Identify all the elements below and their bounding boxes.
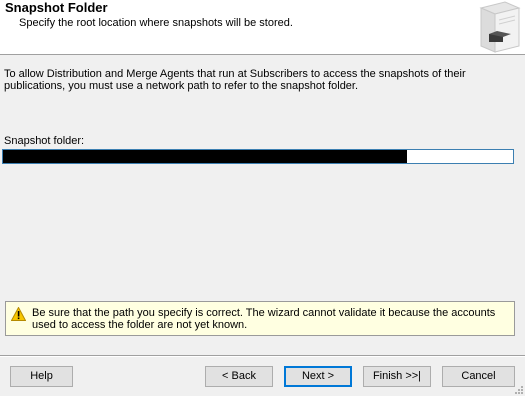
server-icon	[479, 1, 521, 53]
warning-icon	[11, 307, 26, 321]
warning-text: Be sure that the path you specify is cor…	[32, 307, 496, 331]
page-subtitle: Specify the root location where snapshot…	[19, 17, 293, 29]
finish-button[interactable]: Finish >>|	[363, 366, 431, 387]
warning-box: Be sure that the path you specify is cor…	[5, 301, 515, 336]
intro-text: To allow Distribution and Merge Agents t…	[4, 68, 466, 92]
redacted-path	[3, 150, 407, 163]
wizard-header: Snapshot Folder Specify the root locatio…	[0, 0, 525, 55]
snapshot-folder-label: Snapshot folder:	[4, 135, 85, 147]
button-bar-divider	[0, 355, 525, 357]
next-button[interactable]: Next >	[284, 366, 352, 387]
back-button[interactable]: < Back	[205, 366, 273, 387]
page-title: Snapshot Folder	[5, 0, 108, 15]
resize-grip-icon[interactable]	[514, 385, 524, 395]
cancel-button[interactable]: Cancel	[442, 366, 515, 387]
help-button[interactable]: Help	[10, 366, 73, 387]
